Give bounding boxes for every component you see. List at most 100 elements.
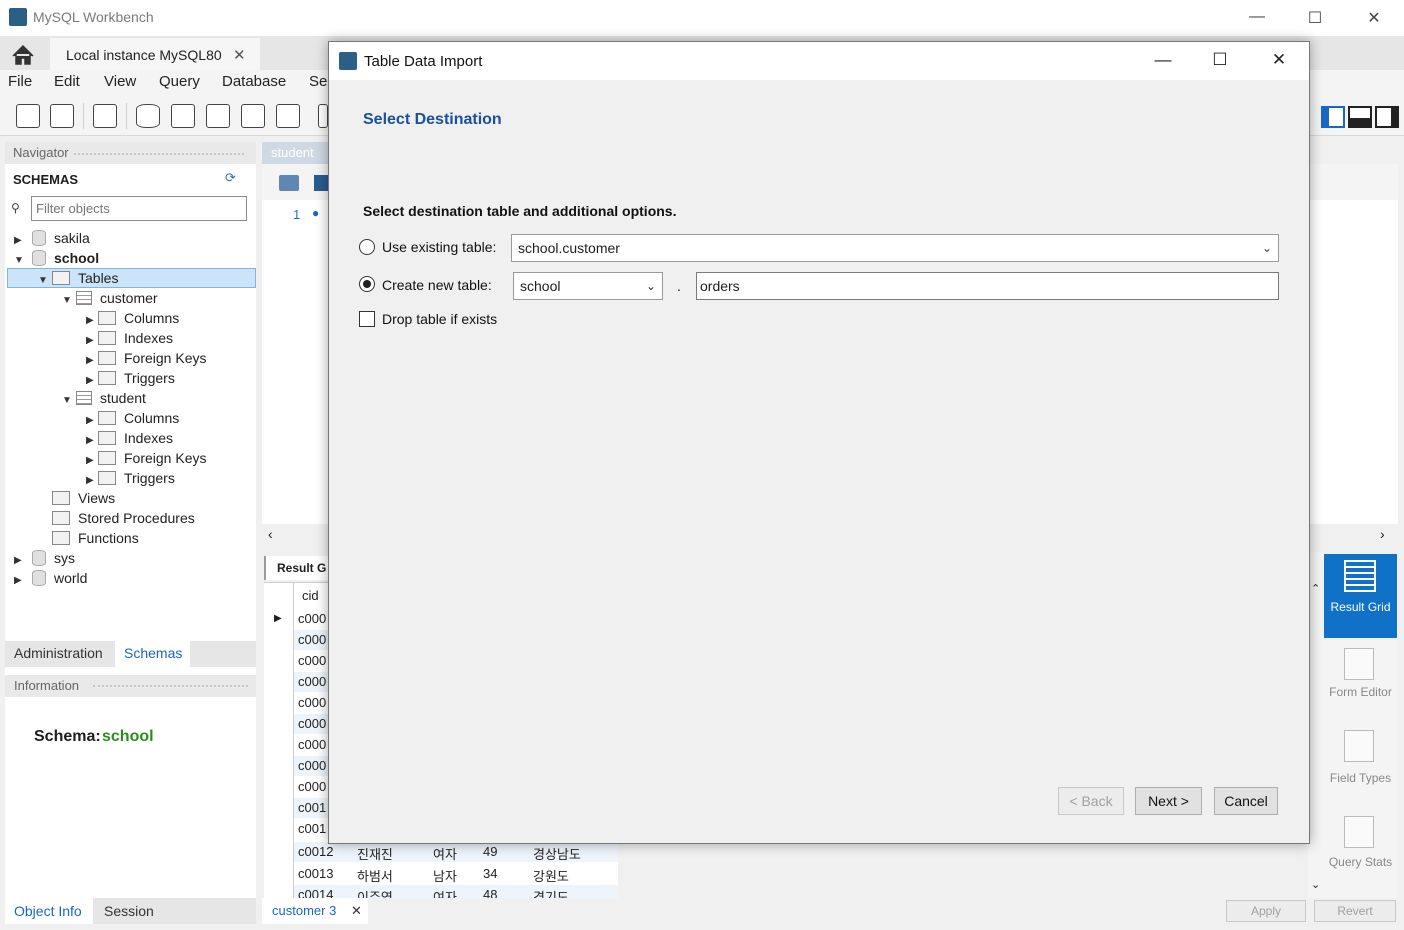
table-row[interactable]: c0013 하범서 남자 34 강원도 xyxy=(294,864,618,884)
result-grid-tab[interactable]: Result G xyxy=(264,556,334,580)
new-table-name-input[interactable]: orders xyxy=(696,272,1279,300)
tree-label: world xyxy=(54,570,88,586)
create-new-label[interactable]: Create new table: xyxy=(382,277,492,293)
tree-table-student[interactable]: ▼ student xyxy=(62,388,146,408)
tree-customer-columns[interactable]: ▶ Columns xyxy=(86,308,179,328)
toggle-secondary-sidebar-icon[interactable] xyxy=(1375,106,1399,128)
result-tab-customer3[interactable]: customer 3 xyxy=(272,903,336,918)
tab-local-instance[interactable]: Local instance MySQL80 ✕ xyxy=(50,38,260,70)
table-data-import-dialog: Table Data Import — ☐ ✕ Select Destinati… xyxy=(328,41,1310,844)
toggle-output-icon[interactable] xyxy=(1348,106,1372,128)
tree-customer-indexes[interactable]: ▶ Indexes xyxy=(86,328,173,348)
menu-view[interactable]: View xyxy=(104,73,136,90)
menu-query[interactable]: Query xyxy=(159,73,200,90)
query-stats-icon[interactable] xyxy=(1344,816,1374,848)
create-new-radio[interactable] xyxy=(359,276,375,292)
table-row[interactable]: c0014 이주영 여자 48 경기도 xyxy=(294,885,618,898)
tree-label: Triggers xyxy=(124,370,175,386)
dialog-maximize-icon[interactable]: ☐ xyxy=(1209,50,1231,70)
scroll-down-icon[interactable]: ⌄ xyxy=(1311,878,1320,891)
columns-icon xyxy=(98,311,116,325)
open-file-icon[interactable] xyxy=(279,175,299,191)
use-existing-radio[interactable] xyxy=(359,239,375,255)
table-row[interactable]: c0012 진재진 여자 49 경상남도 xyxy=(294,842,618,862)
header-dots xyxy=(74,152,245,155)
form-editor-label[interactable]: Form Editor xyxy=(1324,686,1397,698)
create-table-icon[interactable] xyxy=(171,104,195,128)
home-tab[interactable] xyxy=(4,40,42,68)
tab-session[interactable]: Session xyxy=(104,903,154,919)
next-button[interactable]: Next > xyxy=(1135,787,1202,815)
close-result-tab-icon[interactable]: ✕ xyxy=(351,903,362,919)
tree-student-indexes[interactable]: ▶ Indexes xyxy=(86,428,173,448)
form-editor-icon[interactable] xyxy=(1344,648,1374,680)
result-vscroll[interactable]: ⌃ ⌄ xyxy=(1308,552,1324,898)
create-schema-icon[interactable] xyxy=(136,104,160,128)
query-stats-label[interactable]: Query Stats xyxy=(1324,856,1397,868)
close-icon[interactable]: ✕ xyxy=(1364,8,1384,28)
tree-label: Foreign Keys xyxy=(124,350,207,366)
tree-views[interactable]: Views xyxy=(52,488,115,508)
tree-schema-world[interactable]: ▶ world xyxy=(14,568,87,588)
tree-schema-school[interactable]: ▼ school xyxy=(14,248,99,268)
schema-select-value: school xyxy=(520,278,561,294)
toggle-sidebar-icon[interactable] xyxy=(1321,106,1345,128)
create-function-icon[interactable] xyxy=(276,104,300,128)
tab-administration[interactable]: Administration xyxy=(14,645,103,661)
field-types-label[interactable]: Field Types xyxy=(1324,772,1397,784)
foreign-keys-icon xyxy=(98,351,116,365)
cell-cid: c000 xyxy=(298,779,327,794)
tree-schema-sakila[interactable]: ▶ sakila xyxy=(14,228,90,248)
back-button[interactable]: < Back xyxy=(1058,787,1124,815)
dialog-minimize-icon[interactable]: — xyxy=(1152,50,1174,70)
tree-customer-triggers[interactable]: ▶ Triggers xyxy=(86,368,175,388)
revert-button[interactable]: Revert xyxy=(1314,900,1396,922)
save-icon[interactable] xyxy=(314,175,328,191)
tab-schemas[interactable]: Schemas xyxy=(124,645,182,661)
field-types-icon[interactable] xyxy=(1344,730,1374,762)
dialog-close-icon[interactable]: ✕ xyxy=(1268,50,1290,70)
tree-customer-foreign-keys[interactable]: ▶ Foreign Keys xyxy=(86,348,206,368)
dialog-title: Table Data Import xyxy=(364,53,483,70)
open-sql-script-icon[interactable] xyxy=(50,104,74,128)
tree-student-foreign-keys[interactable]: ▶ Foreign Keys xyxy=(86,448,206,468)
drop-table-checkbox[interactable] xyxy=(359,311,375,327)
filter-objects-input[interactable] xyxy=(31,196,247,221)
tree-schema-sys[interactable]: ▶ sys xyxy=(14,548,75,568)
tree-table-customer[interactable]: ▼ customer xyxy=(62,288,158,308)
column-header-cid[interactable]: cid xyxy=(302,588,319,603)
tab-object-info[interactable]: Object Info xyxy=(14,903,82,919)
minimize-icon[interactable]: — xyxy=(1247,8,1267,26)
scroll-up-icon[interactable]: ⌃ xyxy=(1311,582,1320,595)
scroll-right-icon[interactable]: › xyxy=(1380,526,1385,542)
new-sql-tab-icon[interactable] xyxy=(16,104,40,128)
search-table-data-icon[interactable] xyxy=(318,104,328,128)
menu-server[interactable]: Se xyxy=(309,73,327,90)
use-existing-label[interactable]: Use existing table: xyxy=(382,239,496,255)
functions-icon xyxy=(52,531,70,545)
menu-file[interactable]: File xyxy=(8,73,32,90)
tree-tables[interactable]: ▼ Tables xyxy=(38,268,118,288)
existing-table-select[interactable]: school.customer ⌄ xyxy=(511,234,1279,262)
tree-student-triggers[interactable]: ▶ Triggers xyxy=(86,468,175,488)
inspector-icon[interactable] xyxy=(93,104,117,128)
refresh-icon[interactable]: ⟳ xyxy=(225,170,236,186)
create-procedure-icon[interactable] xyxy=(241,104,265,128)
menu-database[interactable]: Database xyxy=(222,73,286,90)
result-grid-side-button[interactable]: Result Grid xyxy=(1324,554,1397,638)
tree-stored-procedures[interactable]: Stored Procedures xyxy=(52,508,195,528)
cell-cid: c001 xyxy=(298,821,327,836)
cancel-button[interactable]: Cancel xyxy=(1214,787,1278,815)
tree-student-columns[interactable]: ▶ Columns xyxy=(86,408,179,428)
scroll-left-icon[interactable]: ‹ xyxy=(268,526,273,542)
drop-table-label[interactable]: Drop table if exists xyxy=(382,311,497,327)
tree-label: Views xyxy=(78,490,116,506)
menu-edit[interactable]: Edit xyxy=(54,73,80,90)
cell-cid: c000 xyxy=(298,611,327,626)
close-tab-icon[interactable]: ✕ xyxy=(233,46,246,64)
schema-select[interactable]: school ⌄ xyxy=(513,272,663,300)
apply-button[interactable]: Apply xyxy=(1226,900,1306,922)
maximize-icon[interactable]: ☐ xyxy=(1305,8,1325,28)
tree-functions[interactable]: Functions xyxy=(52,528,139,548)
create-view-icon[interactable] xyxy=(206,104,230,128)
